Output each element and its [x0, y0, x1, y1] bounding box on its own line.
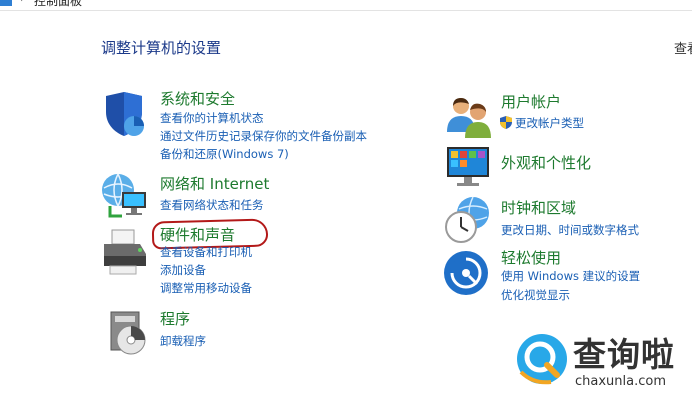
link-devices-printers[interactable]: 查看设备和打印机: [160, 244, 252, 260]
category-title-system-security[interactable]: 系统和安全: [160, 88, 235, 109]
network-globe-icon: [102, 173, 146, 218]
view-by-label[interactable]: 查看: [674, 38, 692, 57]
page-title: 调整计算机的设置: [101, 39, 222, 57]
link-uninstall-program[interactable]: 卸载程序: [160, 333, 206, 349]
search-magnifier-logo-icon: [517, 334, 567, 385]
category-title-ease-of-access[interactable]: 轻松使用: [501, 247, 561, 268]
printer-icon: [104, 229, 146, 275]
link-mobility-settings[interactable]: 调整常用移动设备: [160, 280, 252, 296]
breadcrumb-separator-icon: ›: [20, 0, 24, 5]
address-bar[interactable]: › 控制面板: [0, 0, 692, 11]
link-network-status[interactable]: 查看网络状态和任务: [160, 197, 264, 213]
shield-icon: [106, 92, 144, 136]
link-add-device[interactable]: 添加设备: [160, 262, 206, 278]
category-title-appearance[interactable]: 外观和个性化: [501, 152, 591, 173]
link-file-history[interactable]: 通过文件历史记录保存你的文件备份副本: [160, 128, 367, 144]
uac-shield-icon: [500, 116, 512, 129]
monitor-palette-icon: [447, 147, 489, 186]
programs-disc-icon: [110, 311, 146, 355]
watermark-url: chaxunla.com: [575, 374, 666, 389]
link-view-computer-status[interactable]: 查看你的计算机状态: [160, 110, 264, 126]
link-change-account-type[interactable]: 更改帐户类型: [500, 115, 584, 131]
link-backup-restore[interactable]: 备份和还原(Windows 7): [160, 146, 289, 162]
ease-of-access-icon: [444, 251, 488, 295]
link-recommended-settings[interactable]: 使用 Windows 建议的设置: [501, 268, 640, 284]
watermark-brand: 查询啦: [573, 335, 675, 374]
category-title-network[interactable]: 网络和 Internet: [160, 173, 269, 194]
link-change-account-type-label: 更改帐户类型: [515, 116, 584, 130]
breadcrumb[interactable]: 控制面板: [34, 0, 82, 9]
clock-globe-icon: [445, 196, 489, 243]
link-date-time-format[interactable]: 更改日期、时间或数字格式: [501, 222, 639, 238]
control-panel-icon: [0, 0, 12, 6]
link-optimize-visual-display[interactable]: 优化视觉显示: [501, 287, 570, 303]
users-icon: [447, 98, 491, 138]
category-title-programs[interactable]: 程序: [160, 308, 190, 329]
category-title-user-accounts[interactable]: 用户帐户: [501, 91, 561, 112]
category-title-clock-region[interactable]: 时钟和区域: [501, 197, 576, 218]
